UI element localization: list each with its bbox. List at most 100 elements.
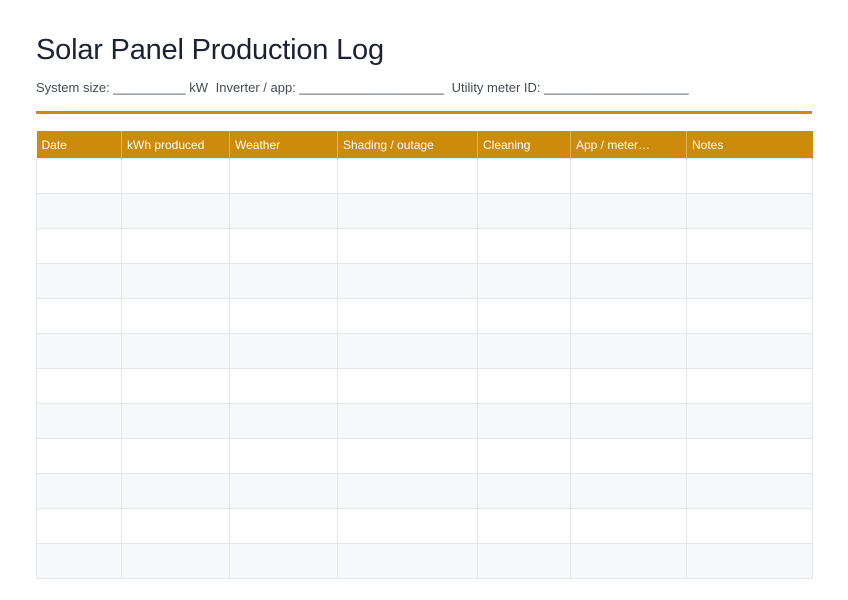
table-cell[interactable]	[477, 298, 571, 334]
table-cell[interactable]	[686, 403, 813, 439]
table-cell[interactable]	[121, 508, 230, 544]
table-cell[interactable]	[337, 333, 478, 369]
table-cell[interactable]	[570, 368, 687, 404]
table-cell[interactable]	[477, 543, 571, 579]
table-row	[36, 438, 813, 474]
table-cell[interactable]	[477, 158, 571, 194]
table-row	[36, 193, 813, 229]
table-cell[interactable]	[337, 228, 478, 264]
table-cell[interactable]	[229, 158, 338, 194]
table-cell[interactable]	[686, 438, 813, 474]
table-cell[interactable]	[337, 473, 478, 509]
table-cell[interactable]	[686, 473, 813, 509]
table-cell[interactable]	[229, 403, 338, 439]
table-cell[interactable]	[121, 298, 230, 334]
column-header-kwh-produced: kWh produced	[121, 131, 230, 159]
title-divider	[36, 111, 812, 114]
system-size-field: System size: __________ kW	[36, 80, 208, 95]
table-cell[interactable]	[229, 193, 338, 229]
table-cell[interactable]	[477, 263, 571, 299]
table-cell[interactable]	[570, 158, 687, 194]
table-cell[interactable]	[570, 193, 687, 229]
table-cell[interactable]	[570, 543, 687, 579]
production-log-table: Date kWh produced Weather Shading / outa…	[36, 131, 813, 579]
table-cell[interactable]	[229, 508, 338, 544]
table-cell[interactable]	[337, 368, 478, 404]
table-cell[interactable]	[337, 158, 478, 194]
table-cell[interactable]	[229, 438, 338, 474]
column-header-app-meter: App / meter…	[570, 131, 687, 159]
table-cell[interactable]	[570, 228, 687, 264]
table-cell[interactable]	[570, 263, 687, 299]
table-cell[interactable]	[36, 263, 122, 299]
table-cell[interactable]	[121, 438, 230, 474]
table-row	[36, 228, 813, 264]
table-cell[interactable]	[337, 438, 478, 474]
table-cell[interactable]	[570, 403, 687, 439]
table-cell[interactable]	[121, 263, 230, 299]
table-cell[interactable]	[121, 158, 230, 194]
column-header-cleaning: Cleaning	[477, 131, 571, 159]
table-cell[interactable]	[36, 473, 122, 509]
table-cell[interactable]	[477, 438, 571, 474]
table-cell[interactable]	[337, 263, 478, 299]
table-cell[interactable]	[229, 368, 338, 404]
table-cell[interactable]	[229, 473, 338, 509]
table-cell[interactable]	[686, 228, 813, 264]
column-header-shading-outage: Shading / outage	[337, 131, 478, 159]
table-cell[interactable]	[121, 193, 230, 229]
table-cell[interactable]	[337, 298, 478, 334]
table-cell[interactable]	[36, 158, 122, 194]
table-cell[interactable]	[121, 403, 230, 439]
table-cell[interactable]	[121, 333, 230, 369]
table-cell[interactable]	[686, 193, 813, 229]
table-cell[interactable]	[570, 298, 687, 334]
table-cell[interactable]	[477, 368, 571, 404]
table-cell[interactable]	[36, 368, 122, 404]
table-cell[interactable]	[477, 193, 571, 229]
table-cell[interactable]	[36, 403, 122, 439]
table-cell[interactable]	[686, 368, 813, 404]
table-cell[interactable]	[229, 298, 338, 334]
table-cell[interactable]	[477, 508, 571, 544]
table-cell[interactable]	[477, 228, 571, 264]
table-cell[interactable]	[36, 508, 122, 544]
table-cell[interactable]	[686, 263, 813, 299]
table-cell[interactable]	[686, 333, 813, 369]
table-cell[interactable]	[477, 473, 571, 509]
table-cell[interactable]	[36, 333, 122, 369]
table-cell[interactable]	[686, 508, 813, 544]
table-cell[interactable]	[337, 403, 478, 439]
table-cell[interactable]	[229, 543, 338, 579]
table-cell[interactable]	[570, 333, 687, 369]
table-cell[interactable]	[229, 333, 338, 369]
table-cell[interactable]	[477, 403, 571, 439]
table-cell[interactable]	[686, 298, 813, 334]
table-cell[interactable]	[477, 333, 571, 369]
table-row	[36, 333, 813, 369]
table-cell[interactable]	[570, 508, 687, 544]
table-cell[interactable]	[570, 473, 687, 509]
page-title: Solar Panel Production Log	[36, 34, 384, 66]
table-cell[interactable]	[36, 438, 122, 474]
table-row	[36, 263, 813, 299]
table-cell[interactable]	[36, 298, 122, 334]
table-cell[interactable]	[229, 228, 338, 264]
table-cell[interactable]	[121, 228, 230, 264]
table-cell[interactable]	[686, 158, 813, 194]
table-row	[36, 473, 813, 509]
table-cell[interactable]	[570, 438, 687, 474]
table-cell[interactable]	[36, 228, 122, 264]
table-cell[interactable]	[229, 263, 338, 299]
table-row	[36, 298, 813, 334]
table-row	[36, 403, 813, 439]
table-cell[interactable]	[121, 473, 230, 509]
table-cell[interactable]	[36, 543, 122, 579]
table-cell[interactable]	[337, 508, 478, 544]
table-cell[interactable]	[337, 543, 478, 579]
table-cell[interactable]	[121, 543, 230, 579]
table-cell[interactable]	[36, 193, 122, 229]
table-cell[interactable]	[121, 368, 230, 404]
table-cell[interactable]	[337, 193, 478, 229]
table-cell[interactable]	[686, 543, 813, 579]
